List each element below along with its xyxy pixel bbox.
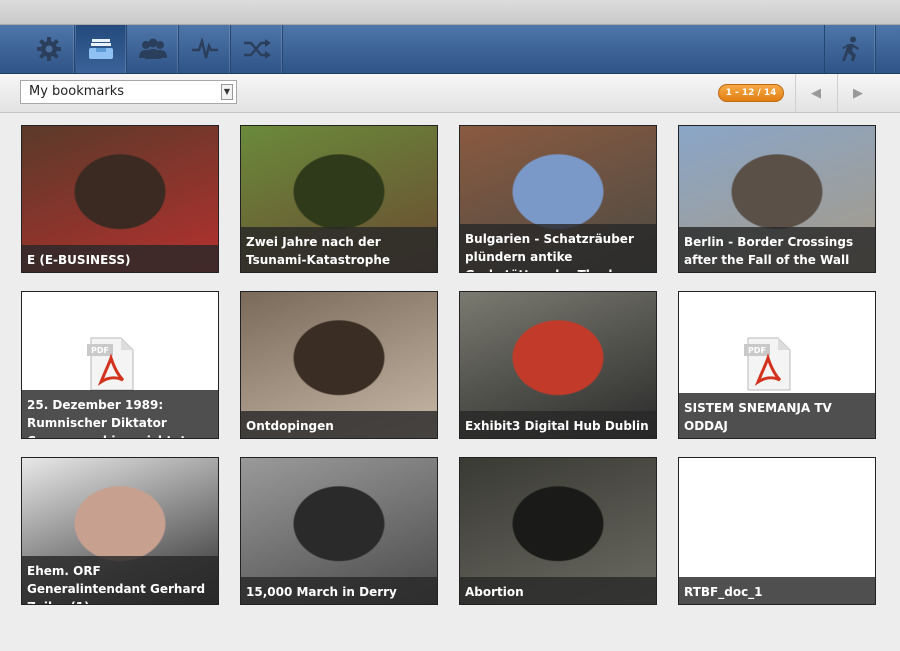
bookmark-title: Exhibit3 Digital Hub Dublin [460, 411, 656, 438]
shuffle-icon [244, 39, 271, 59]
bookmark-tile[interactable]: Ehem. ORF Generalintendant Gerhard Zeile… [21, 457, 219, 605]
bookmark-tile[interactable]: Bulgarien - Schatzräuber plündern antike… [459, 125, 657, 273]
pulse-icon [192, 38, 218, 59]
bookmark-title: RTBF_doc_1 [679, 577, 875, 604]
bookmark-title: 25. Dezember 1989: Rumnischer Diktator C… [22, 390, 218, 438]
bookmark-tile[interactable]: Berlin - Border Crossings after the Fall… [678, 125, 876, 273]
bookmark-title: 15,000 March in Derry [241, 577, 437, 604]
svg-text:PDF: PDF [91, 346, 109, 355]
bookmark-tile[interactable]: Exhibit3 Digital Hub Dublin [459, 291, 657, 439]
shuffle-button[interactable] [232, 25, 283, 73]
bookmark-title: Zwei Jahre nach der Tsunami-Katastrophe [241, 227, 437, 272]
bookmark-tile[interactable]: Abortion [459, 457, 657, 605]
chevron-right-icon: ▶ [853, 85, 863, 101]
pdf-file-icon: PDF [87, 337, 134, 391]
bookmark-tile[interactable]: Zwei Jahre nach der Tsunami-Katastrophe [240, 125, 438, 273]
bookmark-title: Ontdopingen [241, 411, 437, 438]
bookmark-title: Ehem. ORF Generalintendant Gerhard Zeile… [22, 556, 218, 604]
previous-page-button[interactable]: ◀ [795, 74, 836, 112]
bookmark-tile[interactable]: Ontdopingen [240, 291, 438, 439]
chevron-left-icon: ◀ [811, 85, 821, 101]
collection-select-value: My bookmarks [29, 84, 125, 99]
bookmark-tile[interactable]: PDF SISTEM SNEMANJA TV ODDAJ [678, 291, 876, 439]
users-icon [139, 38, 167, 59]
settings-button[interactable] [24, 25, 75, 73]
bookmark-tile[interactable]: 15,000 March in Derry [240, 457, 438, 605]
users-button[interactable] [128, 25, 179, 73]
window-title-bar [0, 0, 900, 25]
collection-select[interactable]: My bookmarks ▼ [20, 80, 237, 104]
running-man-icon [842, 36, 859, 61]
bookmark-tile[interactable]: E (E-BUSINESS) [21, 125, 219, 273]
next-page-button[interactable]: ▶ [837, 74, 878, 112]
gear-icon [37, 37, 61, 61]
bookmark-tile[interactable]: RTBF_doc_1 [678, 457, 876, 605]
bookmark-title: Berlin - Border Crossings after the Fall… [679, 227, 875, 272]
bookmark-title: SISTEM SNEMANJA TV ODDAJ [679, 393, 875, 438]
main-toolbar [0, 25, 900, 74]
bookmark-title: Abortion [460, 577, 656, 604]
inbox-tray-icon [89, 39, 113, 59]
bookmark-tile[interactable]: PDF 25. Dezember 1989: Rumnischer Diktato… [21, 291, 219, 439]
bookmarks-button[interactable] [76, 25, 127, 73]
chevron-down-icon: ▼ [221, 84, 233, 100]
bookmark-title: E (E-BUSINESS) [22, 245, 218, 272]
pdf-file-icon: PDF [744, 337, 791, 391]
svg-text:PDF: PDF [748, 346, 766, 355]
logout-button[interactable] [824, 25, 876, 73]
bookmark-title: Bulgarien - Schatzräuber plündern antike… [460, 224, 656, 272]
activity-button[interactable] [180, 25, 231, 73]
pager-badge: 1 - 12 / 14 [718, 84, 784, 102]
